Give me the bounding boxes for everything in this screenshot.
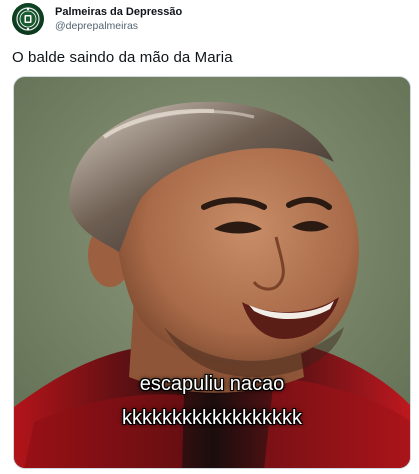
tweet-text: O balde saindo da mão da Maria bbox=[12, 49, 233, 66]
tweet-card[interactable]: Palmeiras da Depressão @deprepalmeiras O… bbox=[0, 0, 419, 474]
profile-avatar[interactable] bbox=[12, 3, 44, 35]
palmeiras-crest-icon bbox=[16, 7, 40, 31]
user-handle[interactable]: @deprepalmeiras bbox=[55, 20, 138, 32]
meme-caption-line-2: kkkkkkkkkkkkkkkkkk bbox=[122, 407, 302, 429]
display-name[interactable]: Palmeiras da Depressão bbox=[55, 6, 182, 18]
tweet-image[interactable]: escapuliu nacao kkkkkkkkkkkkkkkkkk bbox=[13, 76, 411, 469]
meme-caption-line-1: escapuliu nacao bbox=[139, 373, 285, 395]
